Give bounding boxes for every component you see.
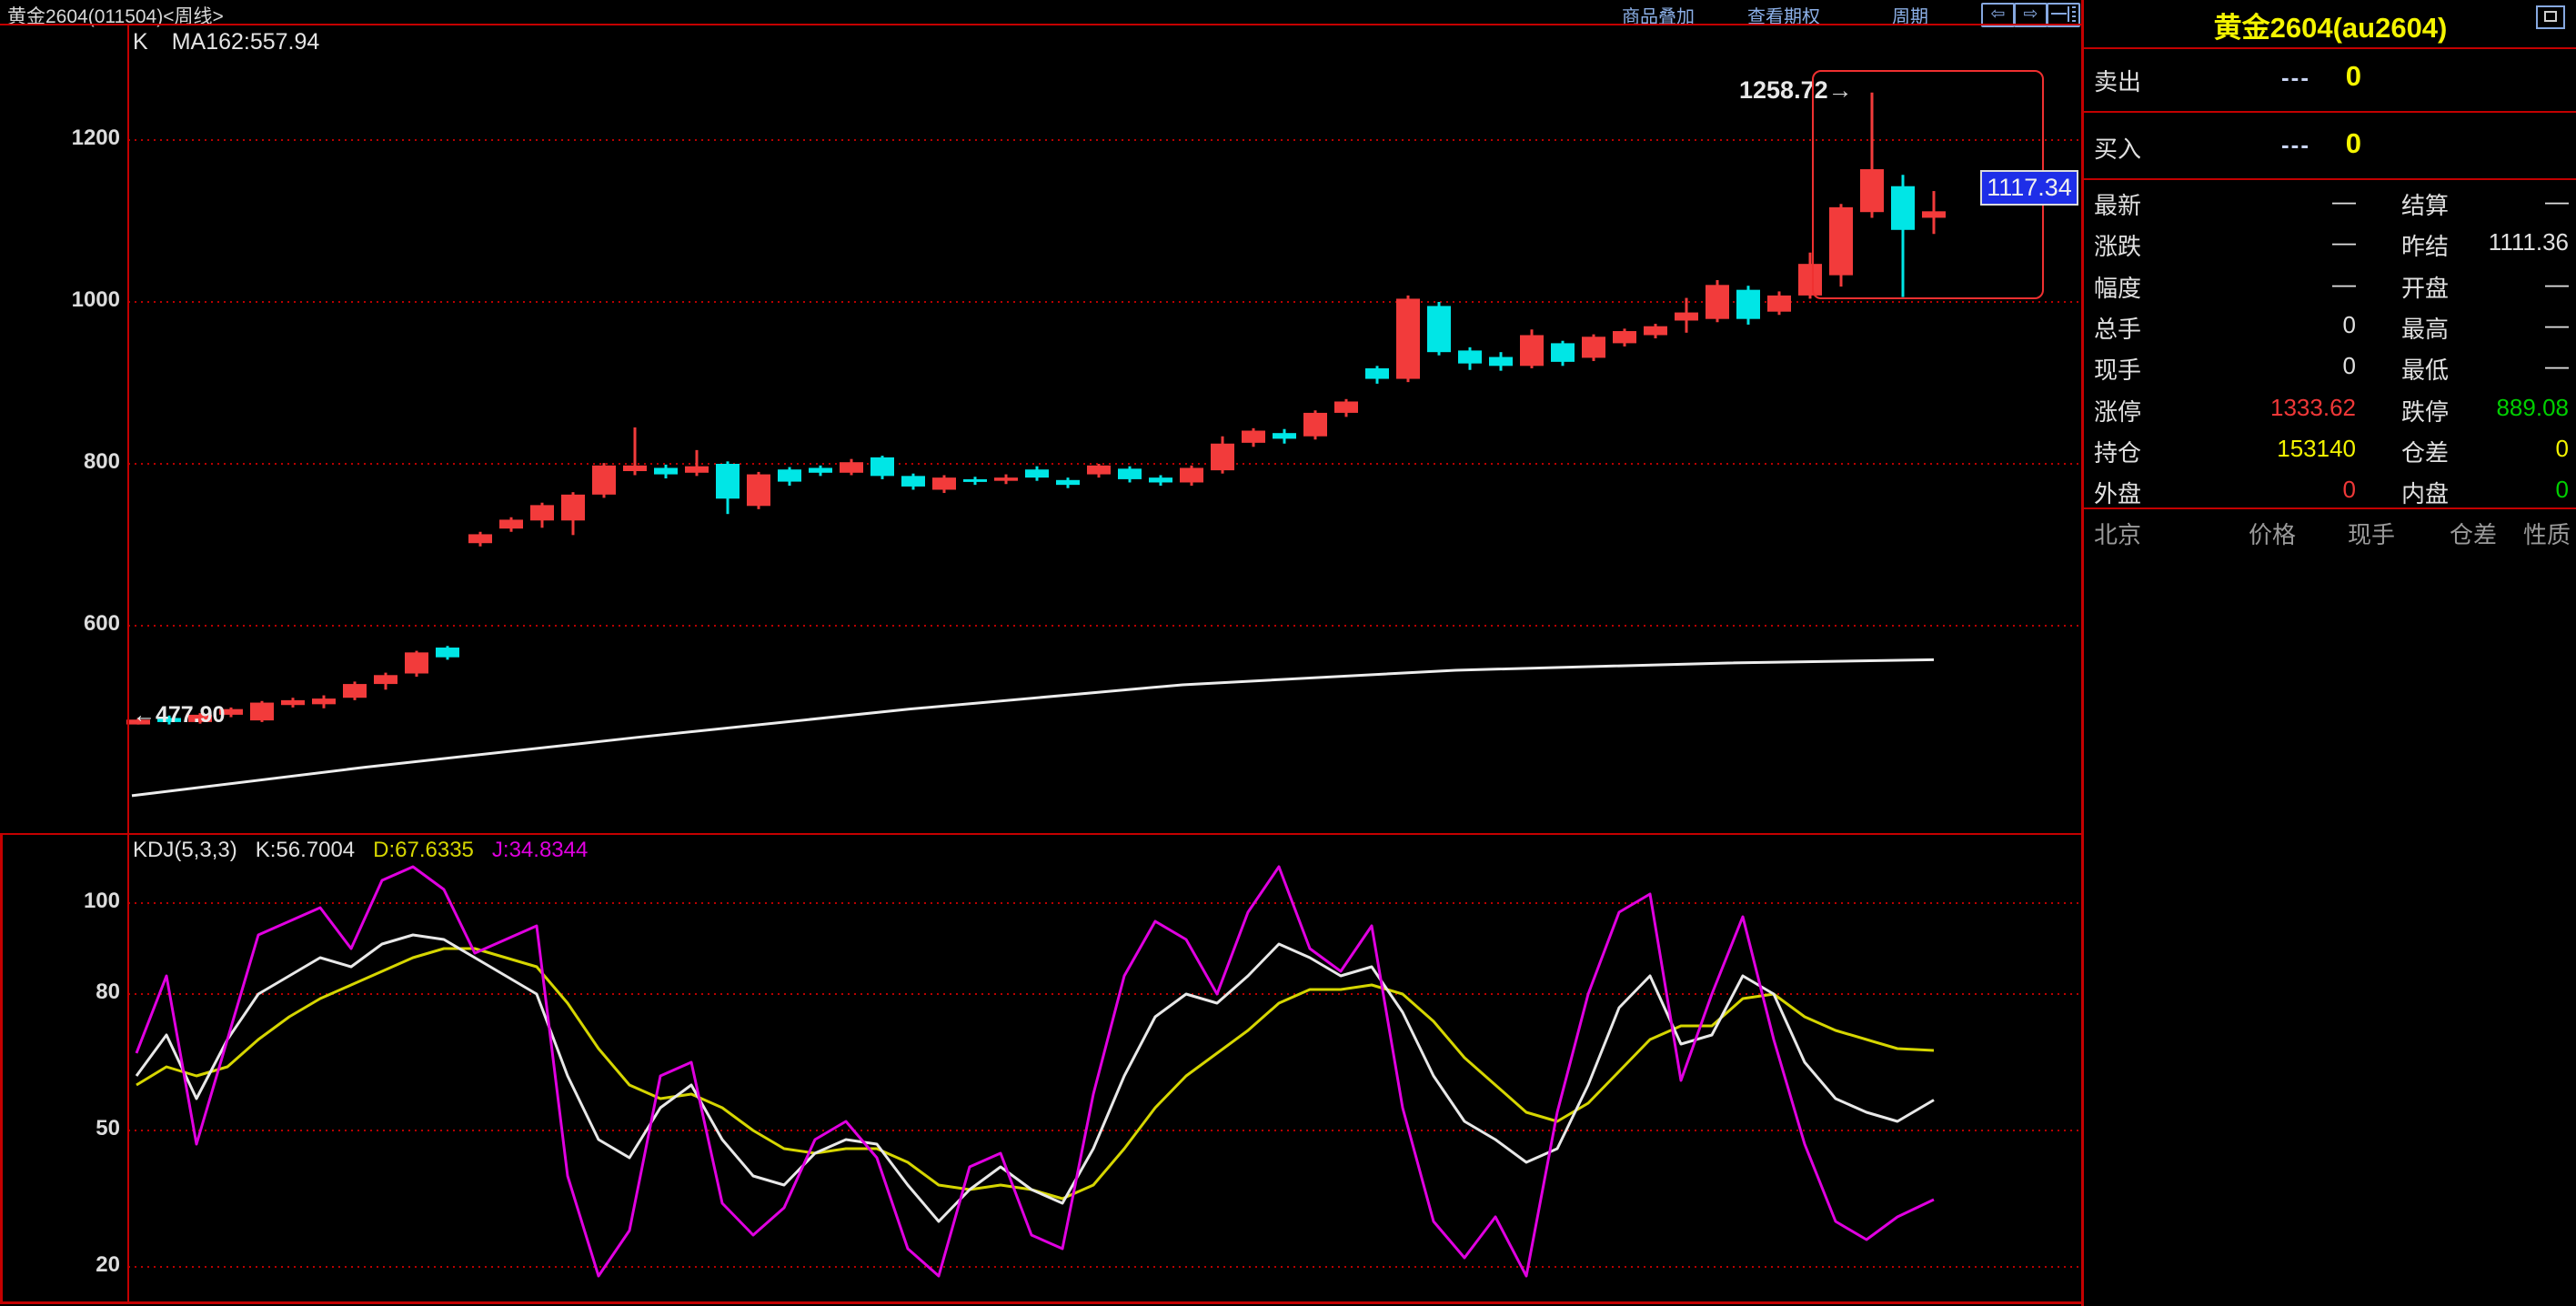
- quote-row: 涨停1333.62跌停889.08: [2085, 394, 2576, 435]
- forward-arrow-icon: ⇨: [2024, 5, 2038, 24]
- y-axis-tick: 100: [0, 889, 120, 914]
- kdj-bottom-border: [0, 1301, 2081, 1304]
- main-chart-canvas[interactable]: [0, 25, 2081, 835]
- tick-column-0: 北京: [2094, 517, 2141, 550]
- sell-label: 卖出: [2094, 64, 2141, 97]
- separator: [2084, 47, 2576, 49]
- indicator-label-ma: K MA162:557.94: [133, 29, 343, 55]
- y-axis-tick: 1200: [0, 126, 120, 151]
- sell-price-value: ---: [2219, 64, 2310, 92]
- kdj-chart-canvas[interactable]: [0, 835, 2081, 1302]
- kdj-indicator-label: KDJ(5,3,3) K:56.7004 D:67.6335 J:34.8344: [133, 838, 606, 863]
- quote-row: 持仓153140仓差0: [2085, 435, 2576, 476]
- kdj-j-value: J:34.8344: [492, 838, 588, 862]
- quote-row: 幅度—开盘—: [2085, 270, 2576, 311]
- restore-window-icon[interactable]: [2536, 5, 2565, 29]
- quote-row: 总手0最高—: [2085, 311, 2576, 352]
- kdj-d-value: D:67.6335: [373, 838, 474, 862]
- quote-row: 最新—结算—: [2085, 187, 2576, 228]
- back-arrow-icon: ⇦: [1991, 5, 2006, 24]
- separator: [2084, 178, 2576, 180]
- tick-column-3: 仓差: [2450, 517, 2497, 550]
- y-axis-tick: 20: [0, 1252, 120, 1278]
- tick-column-1: 价格: [2249, 517, 2296, 550]
- kdj-name-label: KDJ(5,3,3): [133, 838, 237, 862]
- chart-top-border: [0, 24, 2081, 25]
- buy-price-value: ---: [2219, 131, 2310, 159]
- kdj-top-border: [0, 833, 2081, 835]
- buy-label: 买入: [2094, 131, 2141, 165]
- quote-row: 涨跌—昨结1111.36: [2085, 228, 2576, 269]
- ma162-value-label: MA162:557.94: [172, 29, 320, 55]
- sell-volume-value: 0: [2310, 60, 2361, 93]
- k-series-label: K: [133, 29, 148, 55]
- quote-row: 现手0最低—: [2085, 352, 2576, 393]
- tick-column-4: 性质: [2523, 517, 2571, 550]
- buy-volume-value: 0: [2310, 127, 2361, 160]
- low-price-annotation: ←477.90: [133, 702, 225, 728]
- chart-left-border: [127, 25, 129, 1302]
- y-axis-tick: 800: [0, 449, 120, 475]
- window-layout-icon: [2051, 7, 2067, 15]
- y-axis-tick: 1000: [0, 287, 120, 313]
- quote-row: 外盘0内盘0: [2085, 476, 2576, 517]
- last-price-tag: 1117.34: [1980, 170, 2078, 206]
- separator: [2084, 111, 2576, 113]
- y-axis-tick: 50: [0, 1116, 120, 1141]
- tick-column-2: 现手: [2348, 517, 2395, 550]
- quote-header-title: 黄金2604(au2604): [2085, 5, 2576, 45]
- y-axis-tick: 600: [0, 611, 120, 637]
- panel-divider: [2081, 0, 2084, 1306]
- futures-trading-app: 黄金2604(011504)<周线> 商品叠加 查看期权 周期 ⇦ ⇨ KMA1…: [0, 0, 2576, 1306]
- y-axis-tick: 80: [0, 980, 120, 1005]
- kdj-k-value: K:56.7004: [256, 838, 355, 862]
